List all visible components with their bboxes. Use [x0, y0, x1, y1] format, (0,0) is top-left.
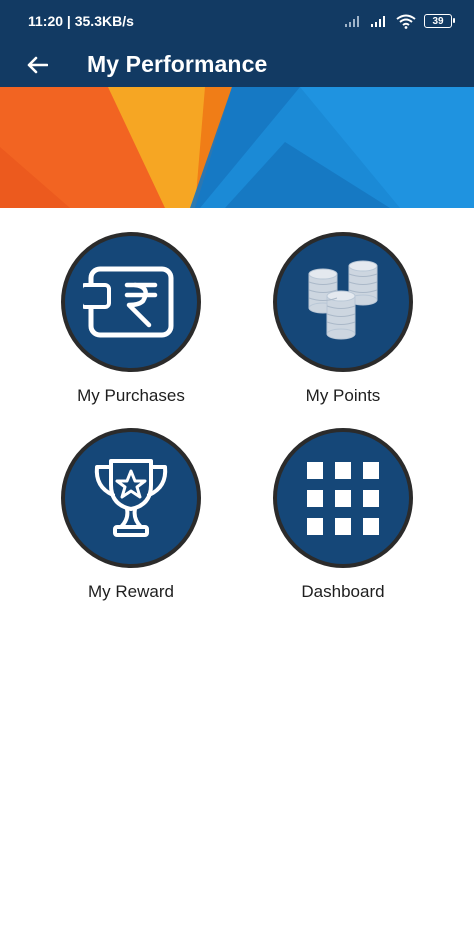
menu-item-my-points[interactable]: My Points [253, 232, 433, 422]
tile-circle [61, 232, 201, 372]
tile-circle [61, 428, 201, 568]
menu-item-my-purchases[interactable]: My Purchases [41, 232, 221, 422]
menu-item-label: My Points [305, 386, 381, 405]
menu-item-label: Dashboard [301, 582, 385, 601]
trophy-icon [94, 459, 168, 537]
wallet-rupee-icon [83, 266, 174, 338]
tile-circle [273, 232, 413, 372]
tile-circle [273, 428, 413, 568]
menu-item-label: My Purchases [77, 386, 185, 405]
menu-grid: My Purchases My Points My Reward Dashboa… [0, 0, 474, 948]
grid-icon [307, 462, 379, 535]
menu-item-label: My Reward [88, 582, 174, 601]
menu-item-my-reward[interactable]: My Reward [41, 428, 221, 618]
coins-icon [308, 260, 378, 340]
menu-item-dashboard[interactable]: Dashboard [253, 428, 433, 618]
